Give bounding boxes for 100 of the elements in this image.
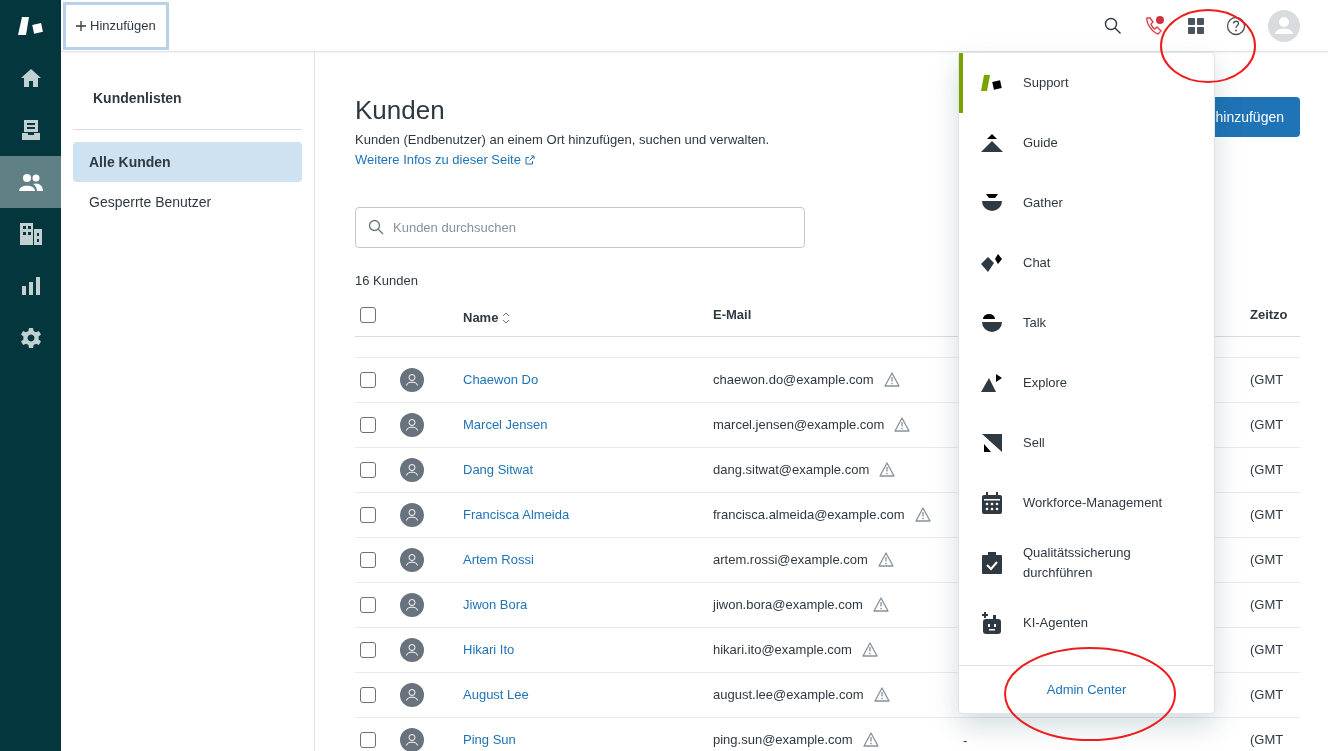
logo-icon[interactable] — [17, 17, 44, 35]
table-cell: - — [963, 732, 968, 748]
app-menu-item[interactable]: Qualitätssicherung durchführen — [959, 533, 1214, 593]
checkbox[interactable] — [360, 551, 376, 568]
avatar-icon — [400, 592, 424, 617]
warning-icon — [873, 687, 890, 702]
checkbox[interactable] — [360, 371, 376, 388]
app-menu-item[interactable]: Support — [959, 53, 1214, 113]
customer-name-link[interactable]: Hikari Ito — [463, 639, 713, 660]
checkbox[interactable] — [360, 506, 376, 523]
email-text: hikari.ito@example.com — [713, 640, 852, 659]
warning-icon — [877, 552, 894, 567]
email-text: ping.sun@example.com — [713, 730, 853, 749]
clipboard-check-icon — [982, 552, 1002, 574]
search-field[interactable]: Kunden durchsuchen — [355, 207, 805, 248]
timezone-text: (GMT — [1250, 415, 1285, 434]
list-item[interactable]: Alle Kunden — [73, 142, 302, 182]
warning-icon — [879, 462, 896, 477]
diamond-shapes-icon — [981, 254, 1003, 272]
timezone-text: (GMT — [1250, 505, 1285, 524]
phone-icon[interactable] — [1144, 14, 1166, 37]
customer-name-link[interactable]: Marcel Jensen — [463, 414, 713, 435]
search-icon — [368, 219, 384, 235]
avatar-icon — [400, 682, 424, 707]
timezone-text: (GMT — [1250, 595, 1285, 614]
panel-title: Kundenlisten — [73, 52, 302, 130]
email-text: dang.sitwat@example.com — [713, 460, 870, 479]
external-link-icon — [524, 155, 535, 165]
warning-icon — [861, 642, 878, 657]
home-icon — [19, 68, 42, 88]
email-text: chaewon.do@example.com — [713, 370, 874, 389]
customer-name-link[interactable]: Ping Sun — [463, 729, 713, 750]
checkbox[interactable] — [360, 596, 376, 613]
building-icon — [19, 223, 42, 245]
list-item[interactable]: Gesperrte Benutzer — [73, 182, 302, 222]
plus-icon — [76, 20, 86, 31]
column-header[interactable]: Zeitzo — [1250, 305, 1300, 325]
calendar-icon — [982, 492, 1002, 514]
timezone-text: (GMT — [1250, 550, 1285, 569]
settings-icon — [20, 328, 41, 348]
app-menu-item[interactable]: Chat — [959, 233, 1214, 293]
info-link[interactable]: Weitere Infos zu dieser Seite — [355, 150, 770, 170]
customer-name-link[interactable]: August Lee — [463, 684, 713, 705]
nav-item[interactable] — [0, 156, 61, 208]
email-text: francisca.almeida@example.com — [713, 505, 905, 524]
checkbox[interactable] — [360, 461, 376, 478]
avatar-icon — [400, 547, 424, 572]
customer-name-link[interactable]: Chaewon Do — [463, 369, 713, 390]
app-grid-icon[interactable] — [1188, 17, 1204, 34]
add-button[interactable]: Hinzufügen — [63, 1, 169, 50]
email-text: marcel.jensen@example.com — [713, 415, 885, 434]
inbox-tray-icon — [21, 120, 40, 140]
triangle-stack-icon — [981, 134, 1003, 152]
customer-name-link[interactable]: Jiwon Bora — [463, 594, 713, 615]
email-text: artem.rossi@example.com — [713, 550, 868, 569]
column-header[interactable]: Name — [463, 308, 499, 328]
product-logo-icon — [981, 75, 1003, 91]
warning-icon — [914, 507, 931, 522]
checkbox[interactable] — [360, 416, 376, 433]
customer-name-link[interactable]: Francisca Almeida — [463, 504, 713, 525]
people-icon — [18, 173, 43, 191]
app-menu-item[interactable]: Workforce-Management — [959, 473, 1214, 533]
timezone-text: (GMT — [1250, 640, 1285, 659]
checkbox[interactable] — [360, 731, 376, 748]
app-menu-item[interactable]: KI-Agenten — [959, 593, 1214, 653]
avatar-icon — [400, 457, 424, 482]
page-description: Kunden (Endbenutzer) an einem Ort hinzufügen, suchen und verwalten. — [355, 131, 770, 149]
sort-icon[interactable] — [502, 312, 511, 324]
triangle-flag-icon — [981, 374, 1003, 392]
warning-icon — [872, 597, 889, 612]
app-menu-item[interactable]: Explore — [959, 353, 1214, 413]
search-icon[interactable] — [1104, 16, 1122, 35]
checkbox[interactable] — [360, 641, 376, 658]
avatar-icon — [400, 367, 424, 392]
app-menu-item[interactable]: Talk — [959, 293, 1214, 353]
timezone-text: (GMT — [1250, 685, 1285, 704]
page-title: Kunden — [355, 94, 446, 126]
timezone-text: (GMT — [1250, 730, 1285, 749]
timezone-text: (GMT — [1250, 460, 1285, 479]
half-circle-icon — [982, 314, 1002, 332]
checkbox[interactable] — [360, 307, 376, 323]
email-text: jiwon.bora@example.com — [713, 595, 863, 614]
avatar-icon — [400, 637, 424, 662]
app-menu-item[interactable]: Sell — [959, 413, 1214, 473]
warning-icon — [883, 372, 900, 387]
corner-shape-icon — [982, 434, 1002, 452]
help-icon[interactable] — [1226, 15, 1246, 36]
checkbox[interactable] — [360, 686, 376, 703]
timezone-text: (GMT — [1250, 370, 1285, 389]
avatar-icon — [400, 412, 424, 437]
warning-icon — [894, 417, 911, 432]
admin-center-link[interactable]: Admin Center — [1046, 679, 1127, 700]
customer-name-link[interactable]: Artem Rossi — [463, 549, 713, 570]
app-menu-item[interactable]: Gather — [959, 173, 1214, 233]
bowl-icon — [982, 194, 1002, 212]
result-count: 16 Kunden — [355, 272, 419, 290]
warning-icon — [862, 732, 879, 747]
avatar-icon — [400, 502, 424, 527]
customer-name-link[interactable]: Dang Sitwat — [463, 459, 713, 480]
email-text: august.lee@example.com — [713, 685, 864, 704]
